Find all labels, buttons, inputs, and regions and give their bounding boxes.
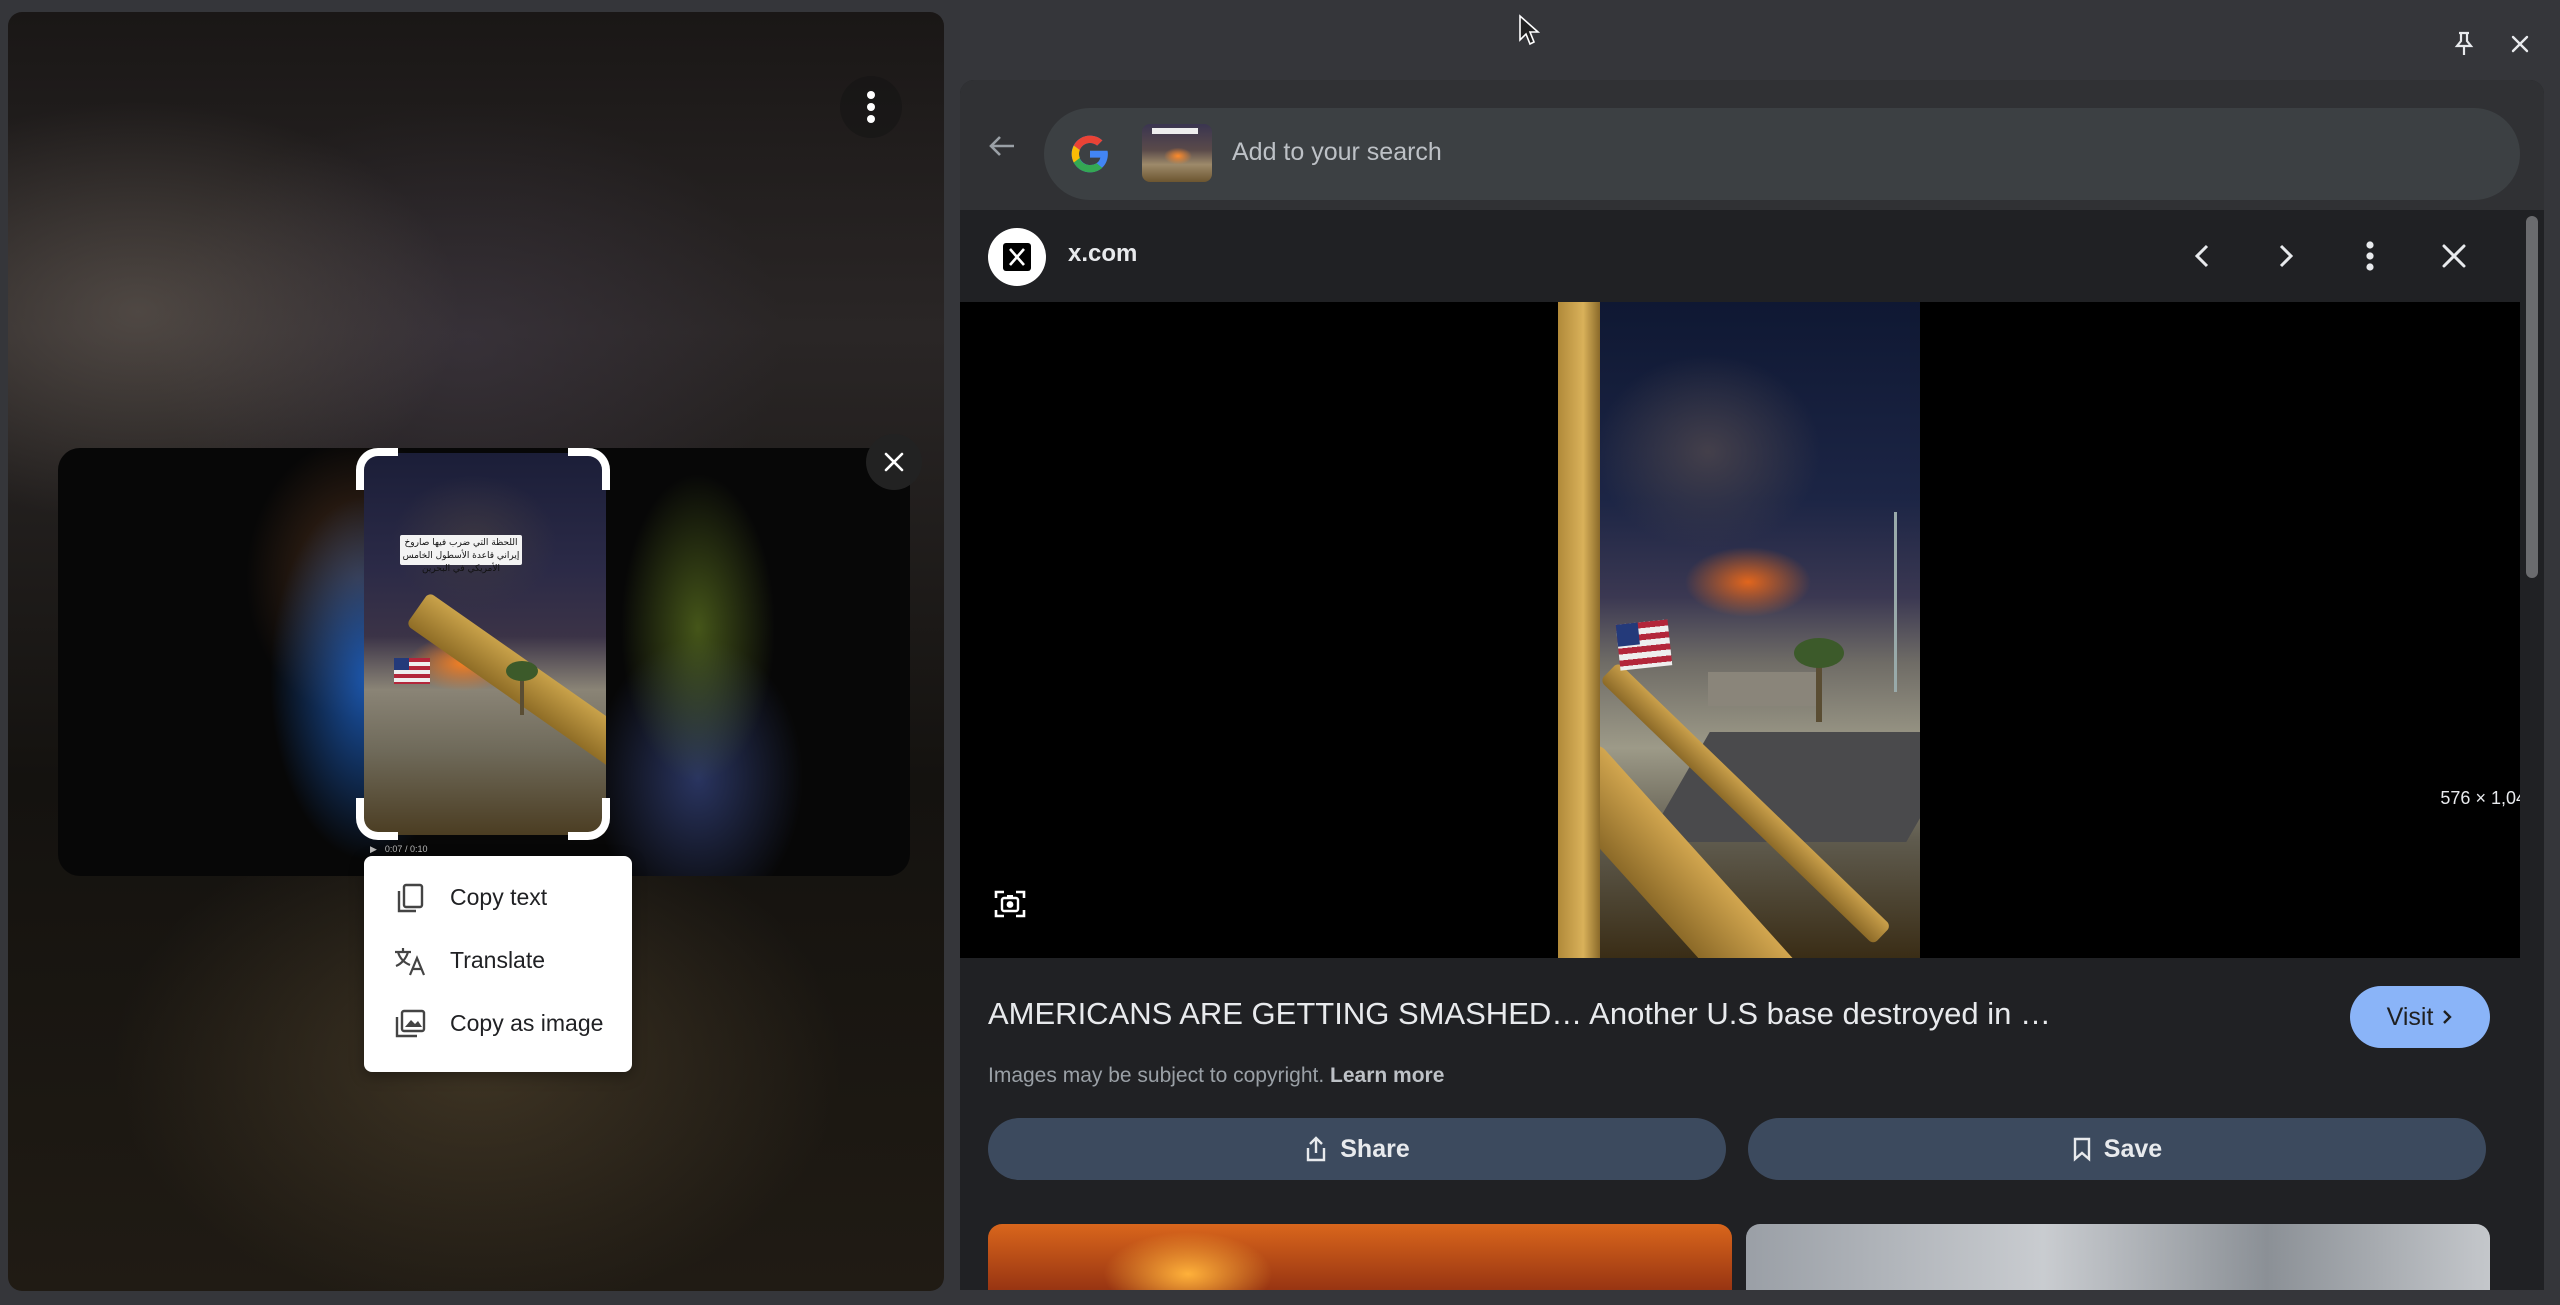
thumb-caption: اللحظة التي ضرب فيها صاروخ إيراني قاعدة … [400, 535, 522, 574]
search-header: Add to your search [960, 80, 2544, 210]
source-name[interactable]: x.com [1068, 240, 1137, 268]
lens-camera-icon [994, 890, 1026, 918]
image-copy-icon [392, 1006, 428, 1042]
window-close-button[interactable] [2502, 26, 2538, 62]
flag [394, 658, 430, 684]
copyright-notice: Images may be subject to copyright. Lear… [988, 1064, 1444, 1088]
x-logo-icon [988, 228, 1046, 286]
mouse-cursor-icon [1519, 14, 1541, 46]
arrow-back-icon [989, 136, 1014, 156]
palm-tree [1794, 638, 1844, 722]
side-panel: Add to your search x.com 576 × 1,040 AME… [960, 80, 2544, 1290]
visit-label: Visit [2386, 1002, 2434, 1031]
lens-search-button[interactable] [988, 882, 1032, 926]
chevron-right-icon [2279, 244, 2294, 268]
share-button[interactable]: Share [988, 1118, 1726, 1180]
pin-icon [2454, 31, 2474, 55]
next-result-button[interactable] [2262, 232, 2310, 280]
close-selection-button[interactable] [866, 434, 922, 490]
close-icon [2442, 244, 2466, 268]
result-image[interactable] [1558, 302, 1920, 958]
result-more-button[interactable] [2346, 232, 2394, 280]
lens-overlay-panel: اللحظة التي ضرب فيها صاروخ إيراني قاعدة … [8, 12, 944, 1291]
more-options-button[interactable] [840, 76, 902, 138]
previous-result-button[interactable] [2178, 232, 2226, 280]
more-vert-icon [867, 91, 875, 123]
selection-handle-bottom-left[interactable] [356, 798, 398, 840]
related-image[interactable] [988, 1224, 1732, 1290]
lamp-post [1894, 512, 1897, 692]
search-thumbnail[interactable] [1142, 124, 1212, 182]
video-controls: ▶ 0:07 / 0:10 [370, 842, 610, 856]
search-box[interactable]: Add to your search [1044, 108, 2520, 200]
search-placeholder: Add to your search [1232, 138, 1442, 166]
flag [1615, 619, 1673, 671]
play-icon: ▶ [370, 843, 377, 854]
building [1708, 672, 1818, 706]
image-preview [960, 302, 2520, 958]
railing [406, 592, 606, 774]
menu-item-label: Copy as image [450, 1010, 604, 1036]
share-label: Share [1340, 1134, 1410, 1163]
close-icon [2511, 35, 2529, 53]
menu-item-copy-text[interactable]: Copy text [364, 866, 632, 929]
translate-icon [392, 943, 428, 979]
copy-icon [392, 880, 428, 916]
result-title[interactable]: AMERICANS ARE GETTING SMASHED… Another U… [988, 996, 2051, 1032]
related-image[interactable] [1746, 1224, 2490, 1290]
more-vert-icon [2366, 241, 2374, 271]
menu-item-translate[interactable]: Translate [364, 929, 632, 992]
bookmark-icon [2073, 1137, 2090, 1162]
visit-button[interactable]: Visit [2350, 986, 2490, 1048]
back-button[interactable] [980, 124, 1024, 168]
selection-handle-top-left[interactable] [356, 448, 398, 490]
menu-item-label: Translate [450, 947, 546, 973]
google-logo-icon [1071, 135, 1108, 173]
close-icon [884, 452, 904, 472]
learn-more-link[interactable]: Learn more [1330, 1064, 1444, 1087]
share-icon [1307, 1136, 1326, 1162]
save-button[interactable]: Save [1748, 1118, 2486, 1180]
selected-image-region[interactable]: اللحظة التي ضرب فيها صاروخ إيراني قاعدة … [364, 453, 606, 835]
scrollbar-thumb[interactable] [2526, 216, 2538, 578]
save-label: Save [2103, 1134, 2163, 1163]
menu-item-label: Copy text [450, 884, 548, 910]
close-result-button[interactable] [2430, 232, 2478, 280]
selection-handle-top-right[interactable] [568, 448, 610, 490]
source-row: x.com [960, 210, 2520, 302]
copyright-text: Images may be subject to copyright. [988, 1064, 1325, 1087]
chevron-right-icon [2443, 1010, 2453, 1024]
wall [1558, 302, 1600, 958]
chevron-left-icon [2194, 244, 2209, 268]
context-menu: Copy text Translate Copy as image [364, 856, 632, 1072]
video-time: 0:07 / 0:10 [384, 844, 428, 854]
menu-item-copy-as-image[interactable]: Copy as image [364, 992, 632, 1055]
pin-button[interactable] [2446, 26, 2482, 62]
palm-tree [506, 661, 538, 715]
